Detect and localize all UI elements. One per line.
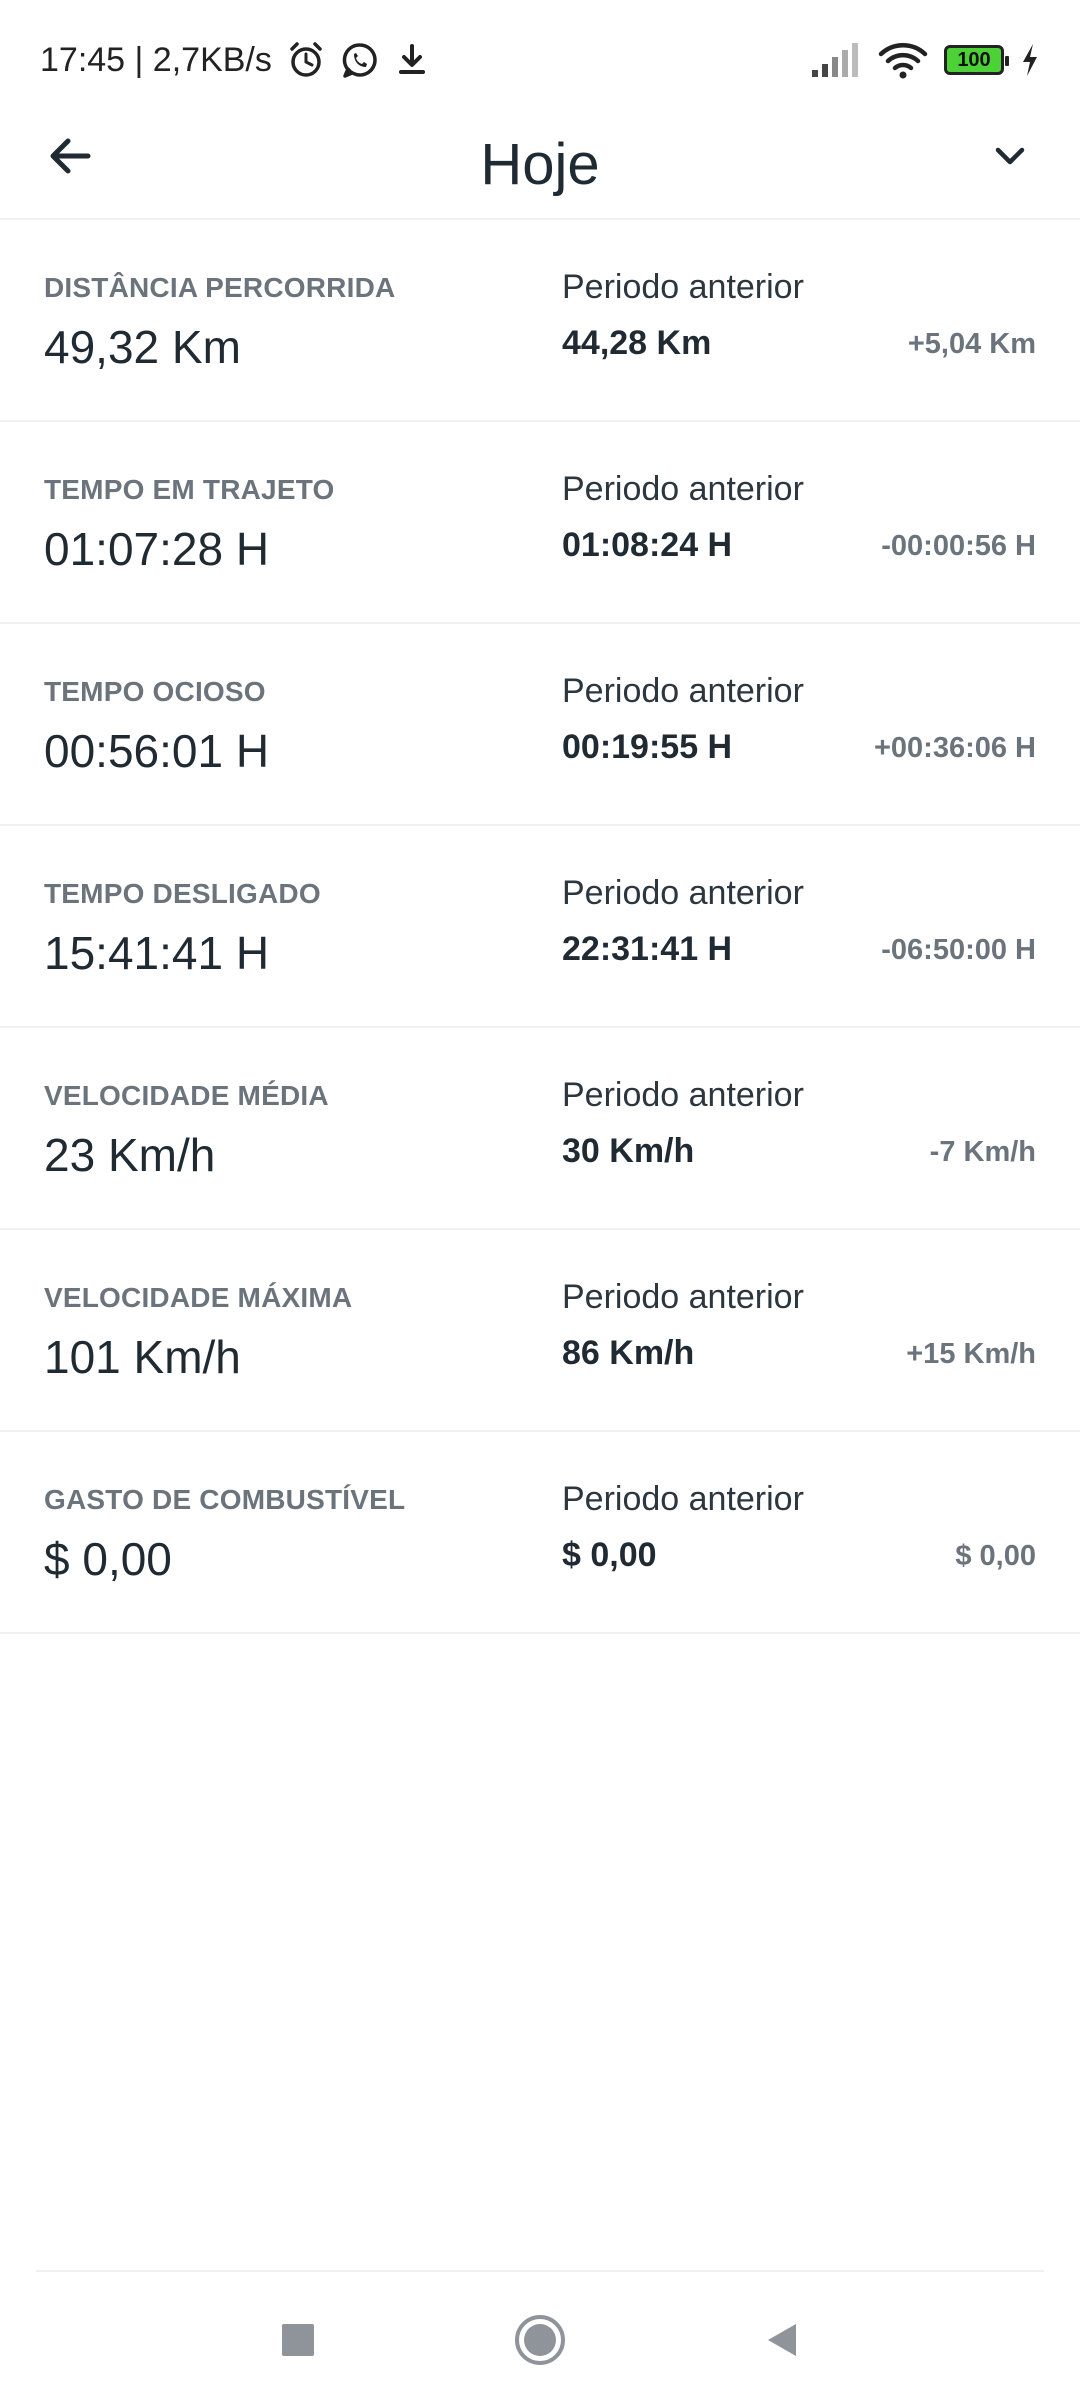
previous-period-value: 22:31:41 H (562, 930, 733, 968)
metric-row-travel-time: TEMPO EM TRAJETO 01:07:28 H Periodo ante… (0, 422, 1080, 624)
chevron-down-icon (990, 136, 1030, 181)
charging-icon (1020, 43, 1040, 77)
previous-period-value: 00:19:55 H (562, 728, 733, 766)
battery-icon: 100 (944, 45, 1009, 75)
metric-row-average-speed: VELOCIDADE MÉDIA 23 Km/h Periodo anterio… (0, 1028, 1080, 1230)
previous-period-value: $ 0,00 (562, 1536, 657, 1574)
status-bar: 17:45 | 2,7KB/s 100 (0, 0, 1080, 120)
metric-label: GASTO DE COMBUSTÍVEL (44, 1484, 406, 1515)
metric-row-off-time: TEMPO DESLIGADO 15:41:41 H Periodo anter… (0, 826, 1080, 1028)
previous-period-label: Periodo anterior (562, 1480, 804, 1518)
previous-period-label: Periodo anterior (562, 874, 804, 912)
previous-period-value: 86 Km/h (562, 1334, 695, 1372)
previous-period-label: Periodo anterior (562, 672, 804, 710)
battery-level: 100 (957, 48, 991, 71)
previous-period-label: Periodo anterior (562, 268, 804, 306)
difference-value: +00:36:06 H (873, 732, 1036, 764)
signal-icon (810, 42, 862, 78)
status-left: 17:45 | 2,7KB/s (40, 40, 430, 80)
metric-row-max-speed: VELOCIDADE MÁXIMA 101 Km/h Periodo anter… (0, 1230, 1080, 1432)
metric-label: TEMPO EM TRAJETO (44, 474, 335, 505)
metric-value: 00:56:01 H (44, 725, 270, 777)
difference-value: -06:50:00 H (881, 934, 1036, 966)
wifi-icon (878, 40, 928, 80)
metric-value: 101 Km/h (44, 1331, 241, 1383)
back-triangle-icon (762, 2320, 802, 2365)
previous-period-value: 44,28 Km (562, 324, 712, 362)
metric-label: TEMPO DESLIGADO (44, 878, 321, 909)
metric-row-distance: DISTÂNCIA PERCORRIDA 49,32 Km Periodo an… (0, 220, 1080, 422)
metric-label: DISTÂNCIA PERCORRIDA (44, 272, 396, 303)
difference-value: $ 0,00 (955, 1540, 1036, 1572)
status-right: 100 (810, 40, 1040, 80)
system-back-button[interactable] (752, 2312, 812, 2372)
metric-value: 15:41:41 H (44, 927, 270, 979)
metrics-list: DISTÂNCIA PERCORRIDA 49,32 Km Periodo an… (0, 220, 1080, 1634)
metric-row-idle-time: TEMPO OCIOSO 00:56:01 H Periodo anterior… (0, 624, 1080, 826)
whatsapp-icon (340, 40, 380, 80)
home-button[interactable] (510, 2312, 570, 2372)
difference-value: -7 Km/h (929, 1136, 1036, 1168)
metric-value: 01:07:28 H (44, 523, 270, 575)
page-title: Hoje (480, 132, 600, 197)
home-circle-icon (512, 2312, 568, 2373)
recents-button[interactable] (268, 2312, 328, 2372)
previous-period-label: Periodo anterior (562, 470, 804, 508)
previous-period-label: Periodo anterior (562, 1076, 804, 1114)
app-header: Hoje (0, 110, 1080, 220)
metric-label: VELOCIDADE MÉDIA (44, 1080, 329, 1111)
metric-value: 23 Km/h (44, 1129, 216, 1181)
metric-row-fuel-cost: GASTO DE COMBUSTÍVEL $ 0,00 Periodo ante… (0, 1432, 1080, 1634)
system-nav-bar (36, 2270, 1044, 2400)
status-time-speed: 17:45 | 2,7KB/s (40, 40, 272, 79)
difference-value: +5,04 Km (907, 328, 1036, 360)
download-icon (394, 40, 430, 80)
recents-square-icon (278, 2320, 318, 2365)
difference-value: -00:00:56 H (881, 530, 1036, 562)
previous-period-value: 01:08:24 H (562, 526, 733, 564)
previous-period-label: Periodo anterior (562, 1278, 804, 1316)
metric-label: TEMPO OCIOSO (44, 676, 266, 707)
metric-value: $ 0,00 (44, 1533, 172, 1585)
metric-value: 49,32 Km (44, 321, 241, 373)
metric-label: VELOCIDADE MÁXIMA (44, 1282, 353, 1313)
alarm-icon (286, 40, 326, 80)
previous-period-value: 30 Km/h (562, 1132, 695, 1170)
difference-value: +15 Km/h (906, 1338, 1036, 1370)
period-dropdown-button[interactable] (980, 128, 1040, 188)
